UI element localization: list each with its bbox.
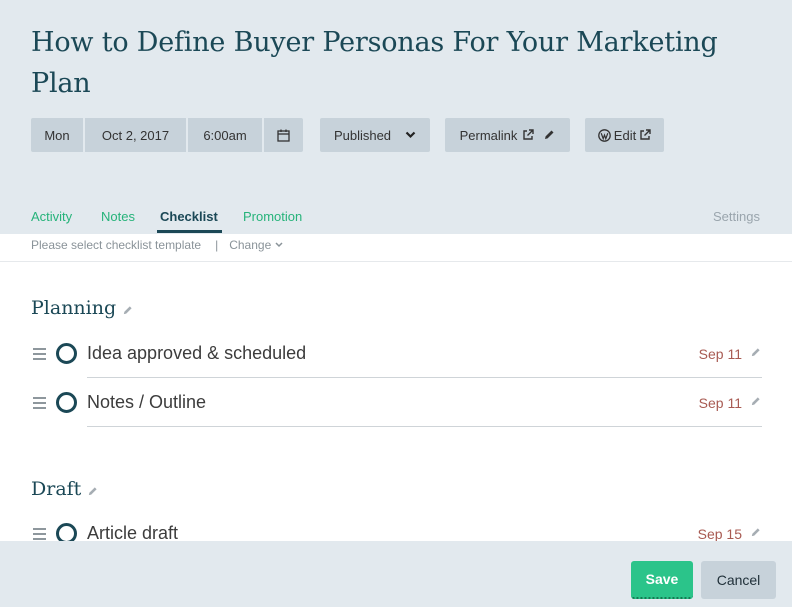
pencil-icon[interactable] <box>750 347 761 358</box>
calendar-icon <box>277 129 290 142</box>
status-dropdown[interactable]: Published <box>320 118 430 152</box>
post-header: How to Define Buyer Personas For Your Ma… <box>0 0 792 234</box>
tab-notes[interactable]: Notes <box>101 209 135 224</box>
active-tab-indicator <box>157 230 222 233</box>
time-chip[interactable]: 6:00am <box>188 118 262 152</box>
tab-promotion[interactable]: Promotion <box>243 209 302 224</box>
separator: | <box>215 238 219 252</box>
checklist-template-row: Please select checklist template | Chang… <box>31 238 283 252</box>
schedule-toolbar: Mon Oct 2, 2017 6:00am Published Permali… <box>0 118 792 152</box>
external-link-icon <box>523 129 535 140</box>
change-template-link[interactable]: Change <box>229 238 271 252</box>
drag-handle-icon[interactable] <box>33 348 46 360</box>
checklist-item-date[interactable]: Sep 11 <box>699 346 742 362</box>
divider <box>0 261 792 262</box>
cancel-button[interactable]: Cancel <box>701 561 776 599</box>
calendar-button[interactable] <box>264 118 303 152</box>
pencil-icon[interactable] <box>122 305 133 316</box>
checklist-item-date[interactable]: Sep 11 <box>699 395 742 411</box>
drag-handle-icon[interactable] <box>33 528 46 540</box>
status-label: Published <box>333 127 392 143</box>
section-title-draft: Draft <box>31 478 98 500</box>
checkbox-circle-icon[interactable] <box>56 392 77 413</box>
drag-handle-icon[interactable] <box>33 397 46 409</box>
checklist-item-label: Notes / Outline <box>87 392 207 412</box>
item-divider <box>87 426 762 427</box>
day-chip[interactable]: Mon <box>31 118 83 152</box>
checklist-item: Idea approved & scheduled Sep 11 <box>0 342 792 366</box>
section-title-label: Draft <box>31 478 82 500</box>
permalink-label: Permalink <box>459 127 518 143</box>
section-title-label: Planning <box>31 297 117 319</box>
tab-activity[interactable]: Activity <box>31 209 72 224</box>
date-chip[interactable]: Oct 2, 2017 <box>85 118 186 152</box>
footer-bar: Save Cancel <box>0 541 792 607</box>
chevron-down-icon <box>405 131 416 139</box>
edit-label: Edit <box>613 127 637 143</box>
tab-settings[interactable]: Settings <box>713 209 760 224</box>
page-title: How to Define Buyer Personas For Your Ma… <box>31 27 718 99</box>
pencil-icon[interactable] <box>750 527 761 538</box>
pencil-icon[interactable] <box>750 396 761 407</box>
template-prompt: Please select checklist template <box>31 238 202 252</box>
permalink-button[interactable]: Permalink <box>445 118 570 152</box>
item-divider <box>87 377 762 378</box>
section-title-planning: Planning <box>31 297 133 319</box>
checklist-item-label: Idea approved & scheduled <box>87 343 307 363</box>
save-button[interactable]: Save <box>631 561 693 599</box>
wordpress-edit-button[interactable]: Edit <box>585 118 664 152</box>
chevron-down-icon[interactable] <box>275 242 283 248</box>
tab-bar: Activity Notes Checklist Promotion Setti… <box>0 207 792 234</box>
checklist-item-date[interactable]: Sep 15 <box>698 526 742 542</box>
checkbox-circle-icon[interactable] <box>56 343 77 364</box>
external-link-icon <box>640 129 651 140</box>
pencil-icon <box>545 130 554 139</box>
wordpress-icon <box>597 128 611 142</box>
checklist-item: Notes / Outline Sep 11 <box>0 391 792 415</box>
pencil-icon[interactable] <box>87 486 98 497</box>
tab-checklist[interactable]: Checklist <box>160 209 218 224</box>
